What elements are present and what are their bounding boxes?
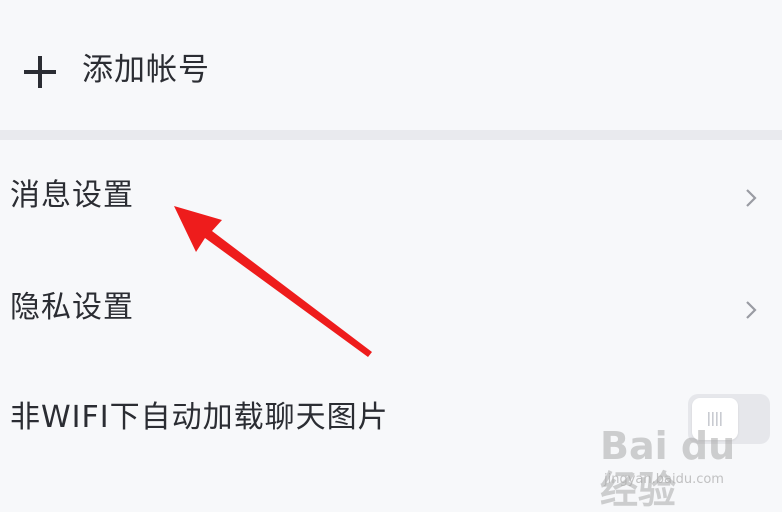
add-account-label: 添加帐号 — [82, 52, 210, 88]
privacy-settings-item[interactable]: 隐私设置 — [0, 252, 782, 362]
baidu-jingyan-watermark: Bai du经验 jingyan.baidu.com — [598, 424, 748, 512]
privacy-settings-label: 隐私设置 — [10, 290, 134, 325]
watermark-brand: Bai du经验 — [600, 424, 736, 512]
message-settings-label: 消息设置 — [10, 178, 134, 213]
section-divider — [0, 130, 782, 140]
auto-load-images-label: 非WIFI下自动加载聊天图片 — [10, 400, 389, 435]
watermark-url: jingyan.baidu.com — [604, 472, 724, 487]
plus-icon — [24, 56, 56, 88]
chevron-right-icon — [746, 189, 757, 207]
add-account-row[interactable]: 添加帐号 — [0, 0, 782, 130]
message-settings-item[interactable]: 消息设置 — [0, 140, 782, 250]
chevron-right-icon — [746, 301, 757, 319]
